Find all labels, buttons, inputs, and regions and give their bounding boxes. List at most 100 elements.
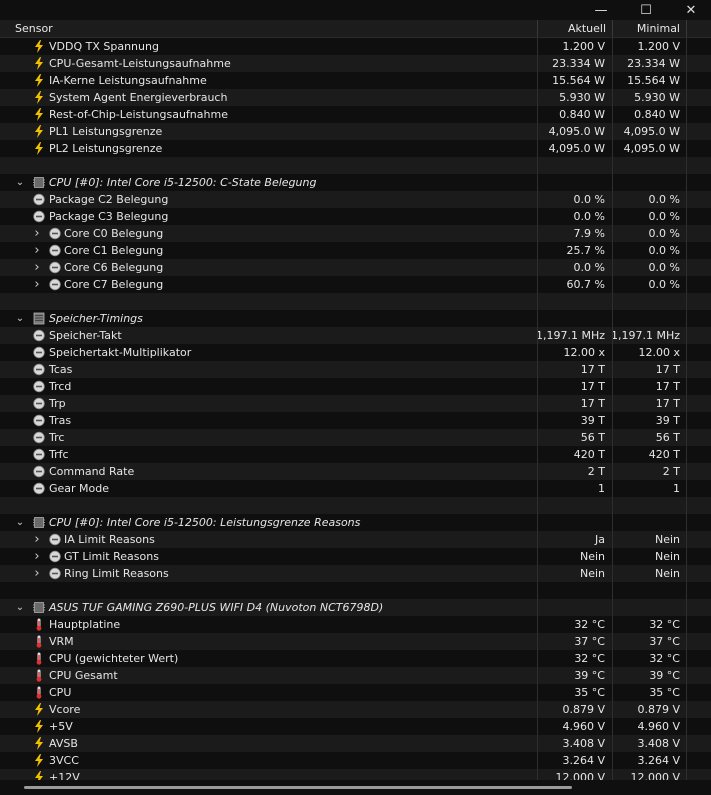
expand-chevron-icon[interactable]: ›: [31, 259, 43, 276]
current-value: 2 T: [587, 465, 605, 478]
current-value: 32 °C: [574, 652, 605, 665]
sensor-row[interactable]: System Agent Energieverbrauch 5.930 W 5.93…: [0, 89, 711, 106]
current-value: 1.200 V: [562, 40, 605, 53]
sensor-row[interactable]: AVSB 3.408 V 3.408 V: [0, 735, 711, 752]
sensor-row[interactable]: Package C2 Belegung 0.0 % 0.0 %: [0, 191, 711, 208]
sensor-label: VDDQ TX Spannung: [49, 40, 159, 53]
sensor-row[interactable]: › GT Limit Reasons Nein Nein: [0, 548, 711, 565]
sensor-row[interactable]: +5V 4.960 V 4.960 V: [0, 718, 711, 735]
sensor-row[interactable]: Package C3 Belegung 0.0 % 0.0 %: [0, 208, 711, 225]
sensor-row[interactable]: › Core C6 Belegung 0.0 % 0.0 %: [0, 259, 711, 276]
gauge-icon: [33, 431, 45, 444]
expand-chevron-icon[interactable]: ›: [31, 548, 43, 565]
group-header[interactable]: ⌄ CPU [#0]: Intel Core i5-12500: Leistung…: [0, 514, 711, 531]
group-header[interactable]: ⌄ ASUS TUF GAMING Z690-PLUS WIFI D4 (Nuvo…: [0, 599, 711, 616]
minimal-value: 4.960 V: [637, 720, 680, 733]
sensor-row[interactable]: Tcas 17 T 17 T: [0, 361, 711, 378]
current-value: 4.960 V: [562, 720, 605, 733]
current-value: 56 T: [580, 431, 605, 444]
sensor-row[interactable]: Trp 17 T 17 T: [0, 395, 711, 412]
minimal-value: 0.0 %: [648, 278, 680, 291]
sensor-label: Tras: [49, 414, 72, 427]
minimal-value: 0.840 W: [634, 108, 680, 121]
close-button[interactable]: ✕: [668, 0, 711, 20]
sensor-row[interactable]: › Core C0 Belegung 7.9 % 0.0 %: [0, 225, 711, 242]
chip-icon: [33, 176, 45, 189]
lightning-icon: [33, 108, 45, 121]
column-header: Sensor Aktuell Minimal: [0, 20, 711, 38]
sensor-row[interactable]: › Ring Limit Reasons Nein Nein: [0, 565, 711, 582]
sensor-list[interactable]: VDDQ TX Spannung 1.200 V 1.200 V CPU-Gesamt…: [0, 38, 711, 780]
sensor-label: Core C7 Belegung: [64, 278, 164, 291]
maximize-button[interactable]: ☐: [623, 0, 669, 20]
minimal-value: 12.000 V: [630, 771, 680, 780]
sensor-row[interactable]: Vcore 0.879 V 0.879 V: [0, 701, 711, 718]
minimal-value: 1: [673, 482, 680, 495]
expand-chevron-icon[interactable]: ›: [31, 565, 43, 582]
sensor-row[interactable]: Trcd 17 T 17 T: [0, 378, 711, 395]
thermometer-icon: [33, 669, 45, 682]
sensor-row[interactable]: VRM 37 °C 37 °C: [0, 633, 711, 650]
current-value: 5.930 W: [559, 91, 605, 104]
header-minimal[interactable]: Minimal: [613, 20, 680, 37]
sensor-row[interactable]: › Core C1 Belegung 25.7 % 0.0 %: [0, 242, 711, 259]
lightning-icon: [33, 720, 45, 733]
expand-chevron-icon[interactable]: ›: [31, 531, 43, 548]
header-sensor[interactable]: Sensor: [15, 20, 53, 37]
expand-chevron-icon[interactable]: ›: [31, 242, 43, 259]
sensor-row[interactable]: Speicher-Takt 1,197.1 MHz 1,197.1 MHz: [0, 327, 711, 344]
sensor-label: CPU: [49, 686, 72, 699]
expand-chevron-icon[interactable]: ›: [31, 276, 43, 293]
sensor-row[interactable]: Gear Mode 1 1: [0, 480, 711, 497]
sensor-row[interactable]: PL2 Leistungsgrenze 4,095.0 W 4,095.0 W: [0, 140, 711, 157]
sensor-row[interactable]: Command Rate 2 T 2 T: [0, 463, 711, 480]
sensor-row[interactable]: CPU Gesamt 39 °C 39 °C: [0, 667, 711, 684]
minimal-value: 0.879 V: [637, 703, 680, 716]
sensor-row[interactable]: Trfc 420 T 420 T: [0, 446, 711, 463]
sensor-row[interactable]: Tras 39 T 39 T: [0, 412, 711, 429]
sensor-row[interactable]: PL1 Leistungsgrenze 4,095.0 W 4,095.0 W: [0, 123, 711, 140]
minimal-value: 1.200 V: [637, 40, 680, 53]
minimal-value: 23.334 W: [627, 57, 680, 70]
sensor-row[interactable]: › IA Limit Reasons Ja Nein: [0, 531, 711, 548]
sensor-row[interactable]: CPU-Gesamt-Leistungsaufnahme 23.334 W 23.3…: [0, 55, 711, 72]
sensor-row[interactable]: Hauptplatine 32 °C 32 °C: [0, 616, 711, 633]
current-value: 4,095.0 W: [548, 125, 605, 138]
horizontal-scrollbar[interactable]: [24, 786, 572, 789]
sensor-row[interactable]: Trc 56 T 56 T: [0, 429, 711, 446]
minimize-button[interactable]: —: [578, 0, 624, 20]
sensor-row[interactable]: Speichertakt-Multiplikator 12.00 x 12.00 x: [0, 344, 711, 361]
group-header[interactable]: ⌄ CPU [#0]: Intel Core i5-12500: C-State …: [0, 174, 711, 191]
expand-chevron-icon[interactable]: ›: [31, 225, 43, 242]
group-header[interactable]: ⌄ Speicher-Timings: [0, 310, 711, 327]
collapse-chevron-icon[interactable]: ⌄: [14, 599, 26, 616]
sensor-row[interactable]: VDDQ TX Spannung 1.200 V 1.200 V: [0, 38, 711, 55]
collapse-chevron-icon[interactable]: ⌄: [14, 514, 26, 531]
sensor-row[interactable]: Rest-of-Chip-Leistungsaufnahme 0.840 W 0.8…: [0, 106, 711, 123]
current-value: Nein: [579, 567, 605, 580]
current-value: 3.264 V: [562, 754, 605, 767]
sensor-row[interactable]: 3VCC 3.264 V 3.264 V: [0, 752, 711, 769]
sensor-row[interactable]: +12V 12.000 V 12.000 V: [0, 769, 711, 780]
gauge-icon: [33, 346, 45, 359]
gauge-icon: [49, 244, 61, 257]
column-divider: [537, 38, 538, 780]
header-divider[interactable]: [686, 20, 687, 37]
sensor-row[interactable]: › Core C7 Belegung 60.7 % 0.0 %: [0, 276, 711, 293]
sensor-row[interactable]: IA-Kerne Leistungsaufnahme 15.564 W 15.564…: [0, 72, 711, 89]
sensor-row[interactable]: CPU 35 °C 35 °C: [0, 684, 711, 701]
chip-icon: [33, 601, 45, 614]
sensor-label: Core C1 Belegung: [64, 244, 164, 257]
sensor-label: CPU (gewichteter Wert): [49, 652, 179, 665]
minimal-value: Nein: [654, 550, 680, 563]
minimal-value: 420 T: [648, 448, 680, 461]
collapse-chevron-icon[interactable]: ⌄: [14, 174, 26, 191]
sensor-label: Trcd: [49, 380, 72, 393]
collapse-chevron-icon[interactable]: ⌄: [14, 310, 26, 327]
sensor-row[interactable]: CPU (gewichteter Wert) 32 °C 32 °C: [0, 650, 711, 667]
thermometer-icon: [33, 635, 45, 648]
header-current[interactable]: Aktuell: [538, 20, 606, 37]
gauge-icon: [33, 210, 45, 223]
minimal-value: 37 °C: [649, 635, 680, 648]
sensor-label: Hauptplatine: [49, 618, 121, 631]
